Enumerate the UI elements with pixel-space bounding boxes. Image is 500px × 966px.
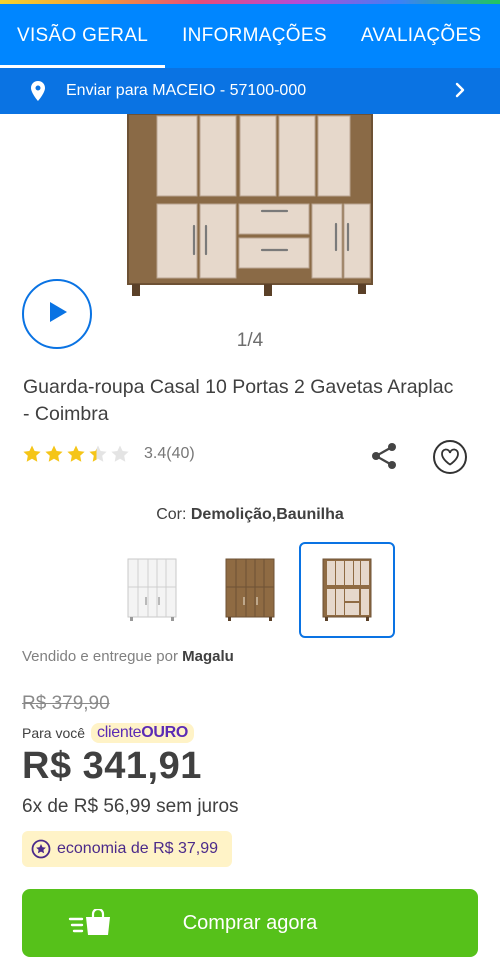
product-image[interactable] [122, 113, 376, 314]
shopping-bag-icon [68, 909, 114, 937]
buy-now-label: Comprar agora [182, 911, 318, 934]
cliente-ouro-badge: clienteouro [91, 723, 195, 743]
economy-text: economia de R$ 37,99 [57, 840, 218, 857]
rating-stars [22, 444, 130, 464]
color-value: Demolição,Baunilha [190, 506, 344, 523]
club-name: ouro [141, 724, 189, 741]
chevron-right-icon [450, 80, 470, 100]
variant-thumb-demolicao[interactable] [202, 542, 298, 638]
play-icon [44, 299, 70, 330]
tab-label: VISÃO GERAL [17, 25, 149, 46]
tab-visao-geral[interactable]: VISÃO GERAL [0, 4, 166, 68]
variant-thumb-branco[interactable] [104, 542, 200, 638]
star-icon [111, 445, 129, 462]
seller-name: Magalu [182, 648, 234, 665]
share-icon[interactable] [368, 440, 400, 472]
image-counter: 1/4 [236, 330, 264, 351]
economy-badge: economia de R$ 37,99 [22, 831, 232, 867]
star-icon [67, 445, 85, 462]
selected-color: Cor: Demolição,Baunilha [0, 506, 500, 524]
current-price: R$ 341,91 [22, 745, 202, 787]
star-icon [89, 445, 107, 462]
tab-avaliacoes[interactable]: AVALIAÇÕES [344, 4, 499, 68]
color-label: Cor: [156, 506, 187, 523]
tab-label: AVALIAÇÕES [360, 25, 482, 46]
favorite-button[interactable] [433, 440, 467, 474]
shipping-label: Enviar para MACEIO - 57100-000 [66, 82, 307, 99]
for-you-label: Para você [22, 725, 86, 741]
seller-info: Vendido e entregue por Magalu [22, 648, 234, 665]
old-price: R$ 379,90 [22, 693, 110, 714]
product-tabs: VISÃO GERAL INFORMAÇÕES AVALIAÇÕES C [0, 4, 500, 68]
buy-now-button[interactable]: Comprar agora [22, 889, 478, 957]
product-title: Guarda-roupa Casal 10 Portas 2 Gavetas A… [23, 376, 454, 425]
star-icon [45, 445, 63, 462]
location-pin-icon [26, 79, 50, 103]
shipping-location-bar[interactable]: Enviar para MACEIO - 57100-000 [0, 68, 500, 114]
heart-icon [440, 448, 460, 466]
tab-informacoes[interactable]: INFORMAÇÕES [165, 4, 344, 68]
variant-thumb-demolicao-baunilha[interactable] [299, 542, 395, 638]
installments: 6x de R$ 56,99 sem juros [22, 796, 239, 817]
rating-count: 3.4(40) [144, 445, 195, 462]
club-prefix: cliente [97, 724, 142, 741]
star-badge-icon [31, 839, 51, 859]
star-icon [23, 445, 41, 462]
seller-prefix: Vendido e entregue por [22, 648, 178, 665]
tab-label: INFORMAÇÕES [182, 25, 327, 46]
club-price-label: Para você clienteouro [22, 723, 195, 743]
product-rating[interactable]: 3.4(40) [22, 444, 195, 464]
